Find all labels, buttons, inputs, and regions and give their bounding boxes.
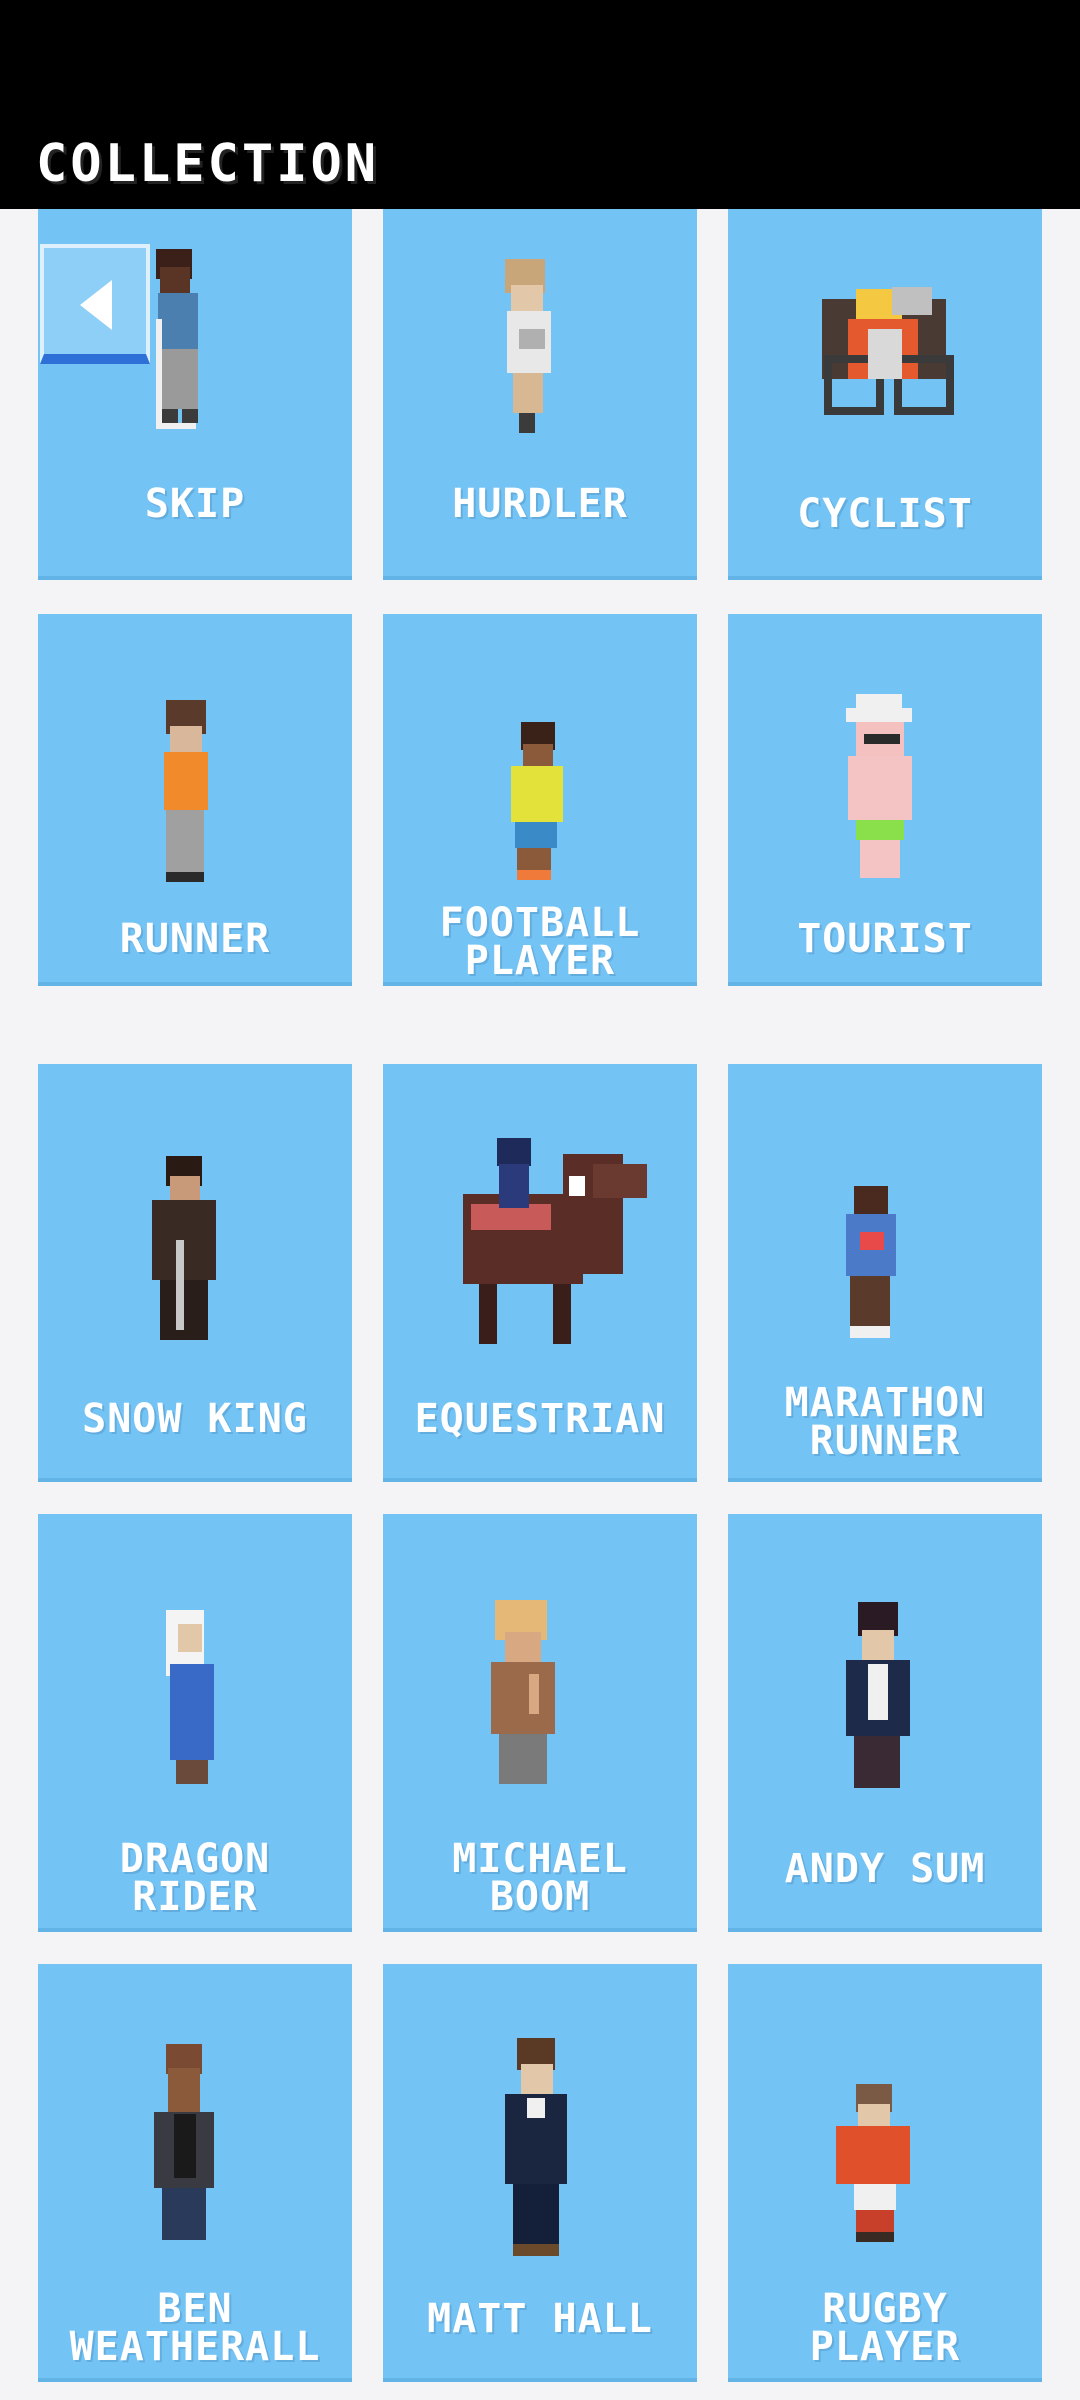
matt-hall-character-icon <box>505 2038 567 2256</box>
character-label: RUGBY PLAYER <box>809 2286 961 2370</box>
tourist-character-icon <box>846 694 912 878</box>
runner-character-icon <box>164 700 208 882</box>
character-label: MICHAEL BOOM <box>452 1836 628 1920</box>
cyclist-character-icon <box>822 287 954 415</box>
character-card-hurdler[interactable]: HURDLER <box>383 209 697 580</box>
character-card-football-player[interactable]: FOOTBALL PLAYER <box>383 614 697 986</box>
equestrian-character-icon <box>463 1138 647 1344</box>
character-card-equestrian[interactable]: EQUESTRIAN <box>383 1064 697 1482</box>
character-label: SNOW KING <box>82 1396 308 1442</box>
character-label: HURDLER <box>452 481 628 527</box>
marathon-runner-character-icon <box>846 1186 896 1338</box>
snow-king-character-icon <box>152 1156 216 1340</box>
character-card-michael-boom[interactable]: MICHAEL BOOM <box>383 1514 697 1932</box>
character-label: SKIP <box>144 481 246 527</box>
ben-weatherall-character-icon <box>154 2044 214 2240</box>
character-card-andy-sum[interactable]: ANDY SUM <box>728 1514 1042 1932</box>
character-label: MARATHON RUNNER <box>784 1380 986 1464</box>
character-label: CYCLIST <box>797 491 973 537</box>
character-label: FOOTBALL PLAYER <box>439 900 641 984</box>
back-arrow-icon <box>80 280 112 330</box>
football-player-character-icon <box>511 722 563 880</box>
rugby-player-character-icon <box>836 2084 910 2242</box>
character-card-runner[interactable]: RUNNER <box>38 614 352 986</box>
hurdler-character-icon <box>505 259 551 433</box>
character-card-marathon-runner[interactable]: MARATHON RUNNER <box>728 1064 1042 1482</box>
page-title: COLLECTION <box>36 134 380 194</box>
character-card-tourist[interactable]: TOURIST <box>728 614 1042 986</box>
character-card-cyclist[interactable]: CYCLIST <box>728 209 1042 580</box>
andy-sum-character-icon <box>846 1602 910 1788</box>
character-card-ben-weatherall[interactable]: BEN WEATHERALL <box>38 1964 352 2382</box>
character-label: ANDY SUM <box>784 1846 986 1892</box>
back-button[interactable] <box>40 244 150 364</box>
character-label: BEN WEATHERALL <box>69 2286 321 2370</box>
character-card-snow-king[interactable]: SNOW KING <box>38 1064 352 1482</box>
character-label: EQUESTRIAN <box>414 1396 666 1442</box>
dragon-rider-character-icon <box>166 1610 214 1784</box>
character-card-rugby-player[interactable]: RUGBY PLAYER <box>728 1964 1042 2382</box>
character-label: MATT HALL <box>427 2296 653 2342</box>
character-label: DRAGON RIDER <box>119 1836 271 1920</box>
character-card-dragon-rider[interactable]: DRAGON RIDER <box>38 1514 352 1932</box>
character-card-matt-hall[interactable]: MATT HALL <box>383 1964 697 2382</box>
character-label: RUNNER <box>119 916 271 962</box>
character-label: TOURIST <box>797 916 973 962</box>
michael-boom-character-icon <box>491 1600 555 1784</box>
top-bar: COLLECTION <box>0 0 1080 209</box>
